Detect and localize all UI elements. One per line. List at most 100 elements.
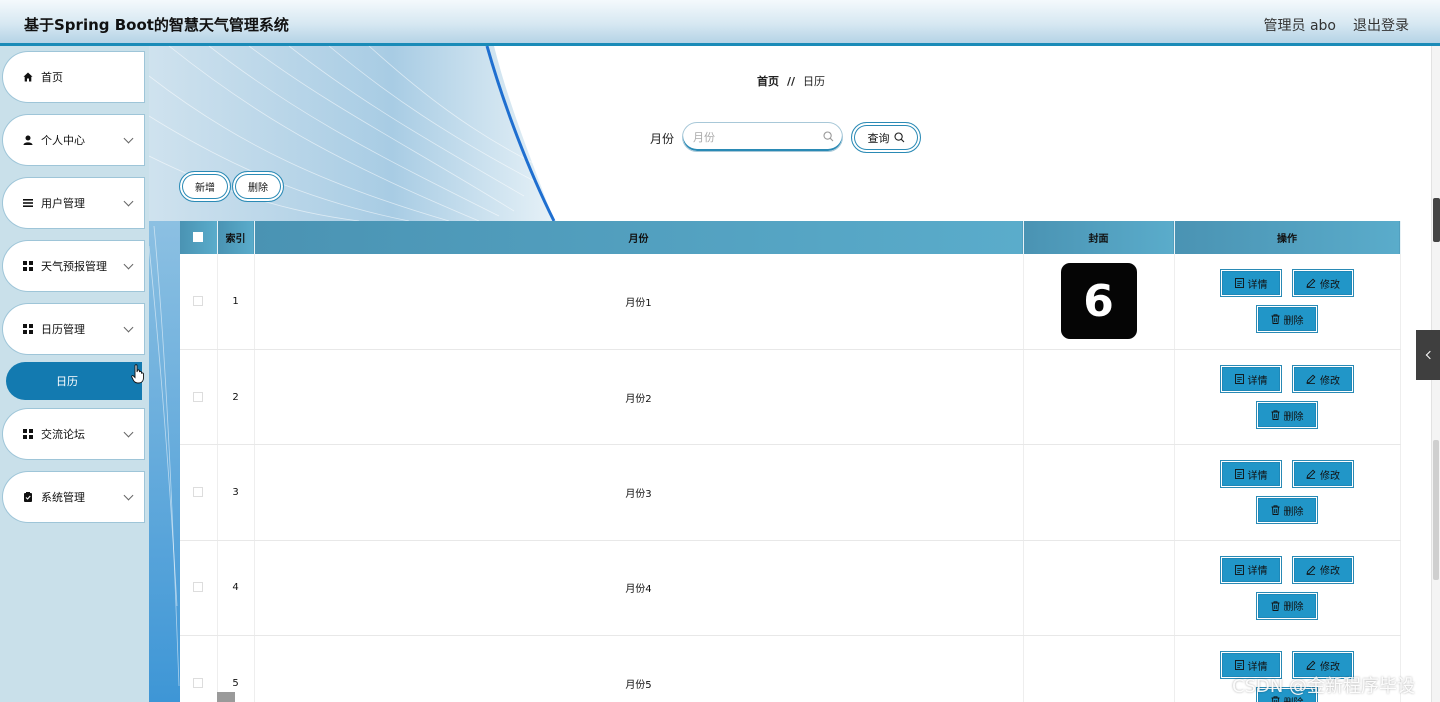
edit-button-label: 修改 xyxy=(1320,470,1340,482)
logout-link[interactable]: 退出登录 xyxy=(1353,15,1409,35)
breadcrumb-current: 日历 xyxy=(803,75,826,88)
bottom-artifact xyxy=(217,692,235,702)
pencil-icon xyxy=(1306,374,1316,384)
batch-delete-button[interactable]: 删除 xyxy=(232,171,284,202)
row-checkbox[interactable] xyxy=(193,391,204,402)
row-cover-cell xyxy=(1023,635,1175,702)
breadcrumb-home[interactable]: 首页 xyxy=(757,75,779,88)
chevron-down-icon xyxy=(123,322,134,332)
chevron-down-icon xyxy=(123,133,134,143)
app-title: 基于Spring Boot的智慧天气管理系统 xyxy=(24,16,289,34)
query-button[interactable]: 查询 xyxy=(851,122,921,153)
sidebar-item-system-management[interactable]: 系统管理 xyxy=(5,474,142,520)
row-checkbox[interactable] xyxy=(193,295,204,306)
row-index: 3 xyxy=(217,444,255,541)
top-header: 基于Spring Boot的智慧天气管理系统 管理员 abo 退出登录 xyxy=(0,0,1440,46)
detail-button-label: 详情 xyxy=(1247,279,1268,291)
row-cover-cell xyxy=(1023,444,1175,541)
detail-button-label: 详情 xyxy=(1247,375,1268,387)
trash-icon xyxy=(1271,410,1280,421)
month-search-input[interactable] xyxy=(693,129,818,145)
edit-button[interactable]: 修改 xyxy=(1292,555,1354,584)
row-cover-cell xyxy=(1023,540,1175,637)
side-panel-toggle[interactable] xyxy=(1416,330,1440,380)
sidebar-item-forum[interactable]: 交流论坛 xyxy=(5,411,142,457)
grid-icon xyxy=(23,429,33,439)
sidebar: 首页 个人中心 用户管理 天气预报管理 日历管理 日历 交流论坛 系统管理 xyxy=(0,46,149,702)
detail-button-label: 详情 xyxy=(1247,661,1268,673)
watermark: CSDN @金新程序毕设 xyxy=(1232,676,1416,697)
delete-button[interactable]: 删除 xyxy=(1256,496,1318,525)
detail-button-label: 详情 xyxy=(1247,566,1268,578)
sidebar-item-calendar-management[interactable]: 日历管理 xyxy=(5,306,142,352)
row-index: 4 xyxy=(217,540,255,637)
row-cover-cell xyxy=(1023,349,1175,446)
sidebar-item-home[interactable]: 首页 xyxy=(5,54,142,100)
table-row: 4 月份4 详情 修改删除 xyxy=(180,540,1401,637)
search-label: 月份 xyxy=(650,132,675,146)
edit-button-label: 修改 xyxy=(1320,661,1340,673)
table-row: 2 月份2 详情 修改删除 xyxy=(180,349,1401,446)
current-user-label: 管理员 abo xyxy=(1263,18,1336,34)
detail-button[interactable]: 详情 xyxy=(1220,269,1282,298)
cover-image[interactable]: 6 xyxy=(1060,263,1137,340)
row-actions-cell: 详情 修改删除 xyxy=(1174,540,1401,637)
edit-button[interactable]: 修改 xyxy=(1292,365,1354,394)
row-month: 月份2 xyxy=(254,349,1024,446)
row-select-cell xyxy=(180,444,218,541)
column-header-index[interactable]: 索引 xyxy=(217,221,255,254)
column-header-month[interactable]: 月份 xyxy=(254,221,1024,254)
sidebar-subitem-calendar[interactable]: 日历 xyxy=(6,362,142,400)
pencil-icon xyxy=(1306,660,1316,671)
row-checkbox[interactable] xyxy=(193,486,204,497)
sidebar-item-user-management[interactable]: 用户管理 xyxy=(5,180,142,226)
document-icon xyxy=(1234,469,1244,480)
row-index: 1 xyxy=(217,254,255,350)
delete-button-label: 删除 xyxy=(1283,602,1304,614)
edit-button[interactable]: 修改 xyxy=(1292,269,1354,298)
row-actions-cell: 详情 修改删除 xyxy=(1174,444,1401,541)
delete-button[interactable]: 删除 xyxy=(1256,305,1318,334)
row-checkbox[interactable] xyxy=(193,582,204,593)
row-cover-cell: 6 xyxy=(1023,254,1175,350)
sidebar-item-weather-forecast[interactable]: 天气预报管理 xyxy=(5,243,142,289)
chevron-down-icon xyxy=(123,259,134,269)
sidebar-item-label: 首页 xyxy=(41,71,63,84)
trash-icon xyxy=(1271,601,1280,611)
row-month: 月份4 xyxy=(254,540,1024,637)
row-month: 月份1 xyxy=(254,254,1024,350)
row-index: 2 xyxy=(217,349,255,446)
select-all-cell xyxy=(180,221,218,254)
chevron-down-icon xyxy=(123,427,134,437)
row-select-cell xyxy=(180,635,218,702)
row-select-cell xyxy=(180,540,218,637)
pencil-icon xyxy=(1306,469,1316,480)
row-checkbox[interactable] xyxy=(193,677,204,688)
home-icon xyxy=(23,72,33,82)
person-icon xyxy=(23,135,33,145)
document-icon xyxy=(1234,278,1244,289)
column-header-cover: 封面 xyxy=(1023,221,1175,254)
chevron-down-icon xyxy=(123,490,134,500)
detail-button[interactable]: 详情 xyxy=(1220,555,1282,584)
document-icon xyxy=(1234,564,1244,575)
delete-button[interactable]: 删除 xyxy=(1256,401,1318,430)
grid-icon xyxy=(23,261,33,271)
chevron-down-icon xyxy=(123,196,134,206)
select-all-checkbox[interactable] xyxy=(193,232,204,242)
row-actions: 详情 修改删除 xyxy=(1220,269,1354,334)
scrollbar-thumb[interactable] xyxy=(1433,198,1440,242)
edit-button[interactable]: 修改 xyxy=(1292,460,1354,489)
pencil-icon xyxy=(1306,565,1316,575)
sidebar-item-label: 交流论坛 xyxy=(41,428,85,441)
row-month: 月份5 xyxy=(254,635,1024,702)
search-icon xyxy=(823,131,834,142)
delete-button[interactable]: 删除 xyxy=(1256,591,1318,620)
detail-button-label: 详情 xyxy=(1247,470,1268,482)
detail-button[interactable]: 详情 xyxy=(1220,365,1282,394)
sidebar-item-personal-center[interactable]: 个人中心 xyxy=(5,117,142,163)
detail-button[interactable]: 详情 xyxy=(1220,460,1282,489)
add-button[interactable]: 新增 xyxy=(179,171,231,202)
row-month: 月份3 xyxy=(254,444,1024,541)
pencil-icon xyxy=(1306,278,1316,289)
